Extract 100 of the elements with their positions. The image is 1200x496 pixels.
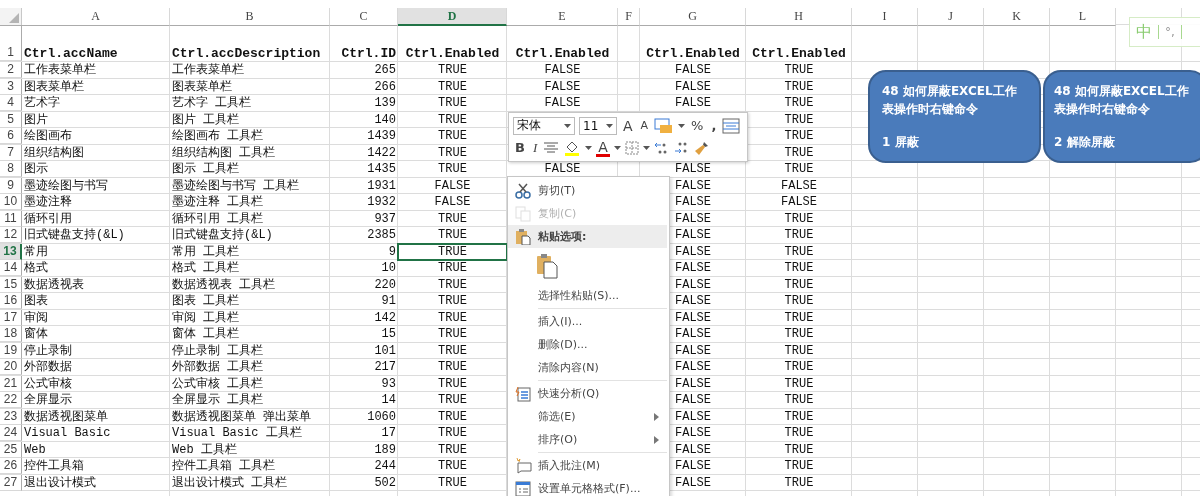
caret-icon[interactable] [642, 146, 650, 151]
table-cell-text: FALSE [674, 408, 712, 425]
table-cell-text: 502 [373, 474, 397, 491]
table-cell-text: 14 [380, 392, 397, 408]
table-cell-text: FALSE [674, 359, 712, 375]
row-header[interactable]: 9 [0, 177, 22, 194]
table-cell-text: 数据透视表 [23, 276, 85, 293]
column-header[interactable]: B [170, 8, 330, 26]
table-cell-text: 101 [373, 342, 397, 359]
caret-icon[interactable] [613, 146, 621, 151]
column-header[interactable]: H [746, 8, 852, 26]
row-header[interactable]: 17 [0, 309, 22, 326]
column-header[interactable]: J [918, 8, 984, 26]
rounded-shape[interactable]: 48 如何屏蔽EXCEL工作表操作时右键命令 2 解除屏蔽 [1043, 70, 1200, 163]
table-cell-text: TRUE [437, 111, 468, 128]
table-cell-text: 91 [380, 293, 397, 309]
table-cell-text: 220 [373, 276, 397, 293]
table-cell-text: FALSE [674, 474, 712, 491]
row-header[interactable]: 16 [0, 293, 22, 309]
menu-item[interactable]: 排序(O) [508, 428, 669, 451]
table-cell-text: FALSE [674, 441, 712, 458]
column-header[interactable]: A [22, 8, 170, 26]
row-header[interactable]: 8 [0, 161, 22, 177]
row-header[interactable]: 24 [0, 425, 22, 441]
column-header[interactable]: G [640, 8, 746, 26]
row-header[interactable]: 11 [0, 210, 22, 227]
table-cell-text: FALSE [674, 161, 712, 177]
table-cell-text: 控件工具箱 [23, 458, 85, 474]
row-header[interactable]: 3 [0, 78, 22, 95]
menu-item[interactable]: 快速分析(Q) [508, 382, 669, 405]
row-header[interactable]: 25 [0, 441, 22, 458]
caret-icon[interactable] [606, 123, 613, 128]
row-header[interactable]: 23 [0, 408, 22, 425]
rounded-shape[interactable]: 48 如何屏蔽EXCEL工作表操作时右键命令 1 屏蔽 [868, 70, 1041, 163]
row-header[interactable]: 27 [0, 474, 22, 491]
table-cell-text: FALSE [780, 177, 818, 194]
table-cell-text: 墨迹注释 [23, 194, 73, 210]
percent-button[interactable]: % [689, 117, 706, 134]
triangle-icon [9, 13, 19, 23]
table-cell-text: TRUE [437, 78, 468, 95]
table-cell-text: FALSE [674, 293, 712, 309]
menu-item[interactable]: 设置单元格格式(F)... [508, 477, 669, 496]
row-header[interactable]: 14 [0, 260, 22, 276]
menu-item[interactable]: 插入批注(M) [508, 454, 669, 477]
table-cell-text: 1435 [366, 161, 397, 177]
fill-color-icon[interactable] [563, 139, 582, 158]
row-header[interactable]: 18 [0, 326, 22, 342]
italic-button[interactable]: I [530, 140, 540, 157]
grow-font-button[interactable]: A [621, 117, 635, 134]
cell-style-icon[interactable] [654, 117, 675, 134]
bold-button[interactable]: B [513, 140, 527, 157]
table-cell-text: 数据透视图菜单 弹出菜单 [171, 408, 313, 425]
row-header[interactable]: 2 [0, 62, 22, 78]
menu-item[interactable]: 插入(I)... [508, 310, 669, 333]
caret-icon[interactable] [585, 146, 593, 151]
row-header[interactable]: 20 [0, 359, 22, 375]
column-header[interactable]: E [507, 8, 618, 26]
column-header[interactable]: I [852, 8, 918, 26]
row-header[interactable]: 5 [0, 111, 22, 128]
menu-item[interactable]: 选择性粘贴(S)... [508, 284, 669, 307]
column-header[interactable]: K [984, 8, 1050, 26]
table-cell-text: TRUE [437, 392, 468, 408]
table-format-icon[interactable] [722, 117, 741, 134]
row-header[interactable]: 1 [0, 25, 22, 61]
row-header[interactable]: 19 [0, 342, 22, 359]
row-header[interactable]: 7 [0, 144, 22, 161]
menu-item[interactable]: 清除内容(N) [508, 356, 669, 379]
table-cell-text: FALSE [674, 375, 712, 392]
menu-item[interactable]: 删除(D)... [508, 333, 669, 356]
column-header[interactable]: L [1050, 8, 1116, 26]
row-header[interactable]: 22 [0, 392, 22, 408]
row-header[interactable]: 21 [0, 375, 22, 392]
comma-button[interactable]: , [709, 117, 719, 134]
table-cell-text: FALSE [433, 177, 472, 194]
font-size-field[interactable]: 11 [579, 116, 617, 135]
font-color-button[interactable]: A [596, 139, 610, 157]
row-header[interactable]: 6 [0, 128, 22, 144]
font-name-field[interactable]: 宋体 [513, 116, 575, 135]
row-header[interactable]: 10 [0, 194, 22, 210]
format-painter-icon[interactable] [693, 140, 710, 157]
table-cell-text: FALSE [674, 392, 712, 408]
column-header[interactable]: F [618, 8, 640, 26]
shrink-font-button[interactable]: A [638, 117, 651, 134]
caret-icon[interactable] [564, 123, 571, 128]
column-header[interactable]: D [398, 8, 507, 26]
column-header[interactable]: C [330, 8, 398, 26]
table-cell-text: TRUE [437, 144, 468, 161]
table-cell-text: FALSE [674, 326, 712, 342]
table-cell-text: Ctrl.ID [340, 45, 397, 61]
row-header[interactable]: 12 [0, 227, 22, 243]
menu-item[interactable]: 剪切(T) [508, 179, 669, 202]
menu-item[interactable]: 筛选(E) [508, 405, 669, 428]
row-header[interactable]: 4 [0, 95, 22, 111]
row-header[interactable]: 26 [0, 458, 22, 474]
caret-icon[interactable] [678, 123, 686, 128]
table-cell-text: TRUE [437, 326, 468, 342]
clipboard-icon [515, 228, 531, 245]
row-header[interactable]: 15 [0, 276, 22, 293]
clipboard-icon[interactable] [536, 253, 558, 279]
table-cell-text: 244 [373, 458, 397, 474]
